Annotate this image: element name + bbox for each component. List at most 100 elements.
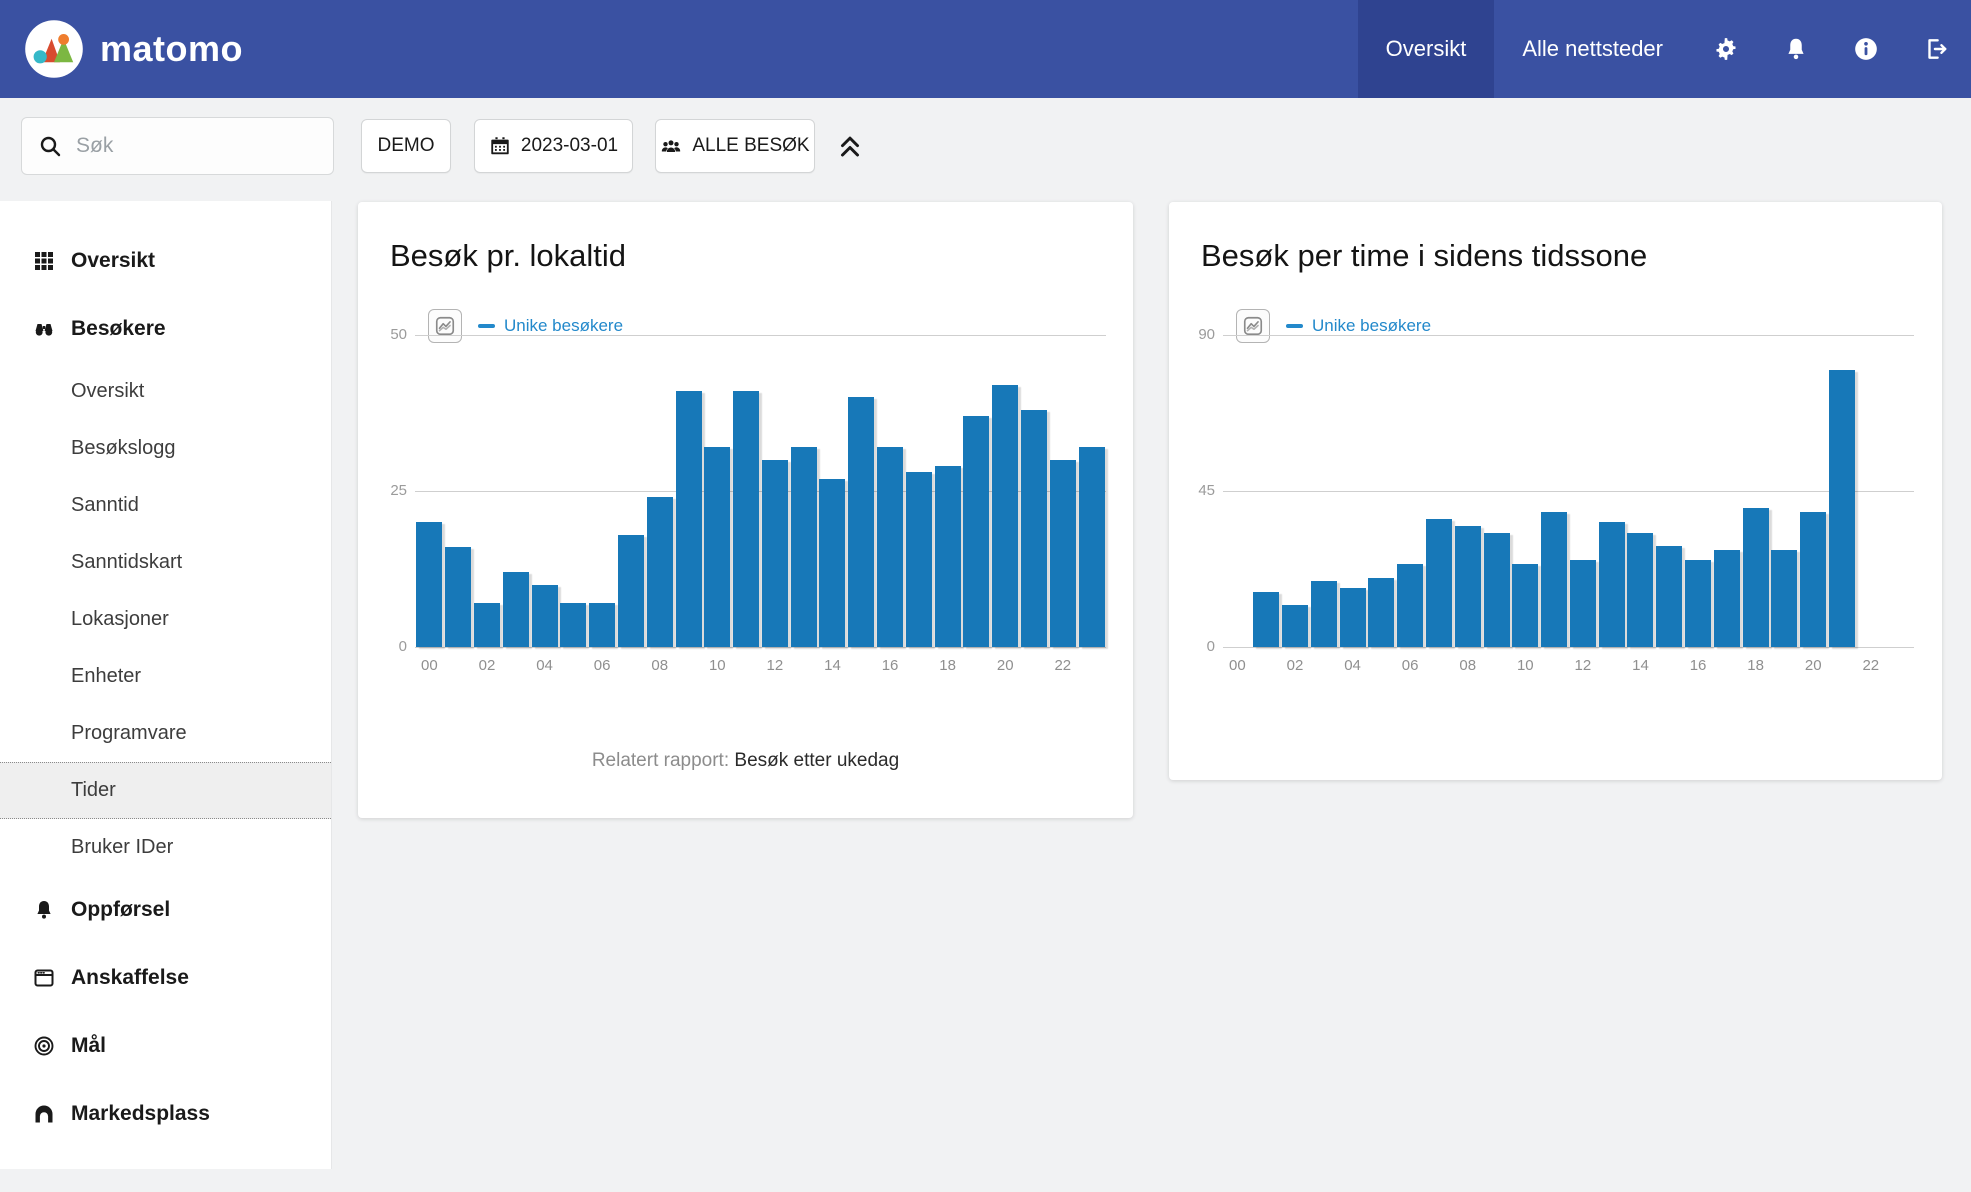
bar-08[interactable]	[1455, 526, 1481, 647]
bar-18[interactable]	[1743, 508, 1769, 647]
x-axis-tick: 18	[1741, 657, 1770, 674]
bar-11[interactable]	[733, 391, 759, 647]
bar-14[interactable]	[819, 479, 845, 647]
sidebar-item-besøkslogg[interactable]: Besøkslogg	[0, 420, 331, 477]
settings-icon[interactable]	[1691, 0, 1761, 98]
bar-09[interactable]	[1484, 533, 1510, 647]
sidebar-item-label: Enheter	[71, 665, 141, 688]
sidebar-item-markedsplass[interactable]: Markedsplass	[0, 1080, 331, 1148]
bar-05[interactable]	[1368, 578, 1394, 647]
sidebar-item-sanntidskart[interactable]: Sanntidskart	[0, 534, 331, 591]
nav-item-oversikt[interactable]: Oversikt	[1358, 0, 1495, 98]
brand-name: matomo	[100, 28, 243, 70]
bar-07[interactable]	[618, 535, 644, 647]
sidebar-item-sanntid[interactable]: Sanntid	[0, 477, 331, 534]
bar-10[interactable]	[704, 447, 730, 647]
sidebar-item-enheter[interactable]: Enheter	[0, 648, 331, 705]
matomo-brand[interactable]: matomo	[24, 19, 243, 79]
bar-09[interactable]	[676, 391, 702, 647]
y-axis-tick: 25	[371, 482, 407, 499]
sidebar-item-anskaffelse[interactable]: Anskaffelse	[0, 944, 331, 1012]
bar-01[interactable]	[1253, 592, 1279, 647]
info-icon[interactable]	[1831, 0, 1901, 98]
bar-15[interactable]	[848, 397, 874, 647]
bar-06[interactable]	[589, 603, 615, 647]
x-axis-tick: 16	[876, 657, 905, 674]
date-range-button[interactable]: 2023-03-01	[474, 119, 633, 173]
search-box[interactable]	[21, 117, 334, 175]
bar-03[interactable]	[503, 572, 529, 647]
bar-03[interactable]	[1311, 581, 1337, 647]
bar-16[interactable]	[1685, 560, 1711, 647]
sidebar-item-oversikt[interactable]: Oversikt	[0, 363, 331, 420]
binoculars-icon	[31, 316, 57, 342]
bar-13[interactable]	[791, 447, 817, 647]
sidebar-item-lokasjoner[interactable]: Lokasjoner	[0, 591, 331, 648]
sidebar-item-label: Oversikt	[71, 249, 155, 273]
bar-12[interactable]	[762, 460, 788, 647]
bell-icon	[31, 897, 57, 923]
x-axis-tick: 20	[991, 657, 1020, 674]
sidebar-item-oppførsel[interactable]: Oppførsel	[0, 876, 331, 944]
bar-00[interactable]	[416, 522, 442, 647]
sidebar-item-mål[interactable]: Mål	[0, 1012, 331, 1080]
date-range-label: 2023-03-01	[521, 135, 618, 157]
search-input[interactable]	[74, 133, 308, 159]
sidebar-item-programvare[interactable]: Programvare	[0, 705, 331, 762]
bar-15[interactable]	[1656, 546, 1682, 647]
control-bar: DEMO 2023-03-01 ALLE BESØK	[0, 98, 1971, 201]
bar-19[interactable]	[963, 416, 989, 647]
bar-02[interactable]	[474, 603, 500, 647]
signout-icon[interactable]	[1901, 0, 1971, 98]
bar-20[interactable]	[1800, 512, 1826, 647]
bar-05[interactable]	[560, 603, 586, 647]
widget-title: Besøk per time i sidens tidssone	[1201, 238, 1647, 274]
bar-04[interactable]	[1340, 588, 1366, 647]
bar-22[interactable]	[1050, 460, 1076, 647]
bar-16[interactable]	[877, 447, 903, 647]
x-axis-tick: 22	[1048, 657, 1077, 674]
sidebar-item-label: Besøkere	[71, 317, 166, 341]
sidebar-item-bruker-ider[interactable]: Bruker IDer	[0, 819, 331, 876]
sidebar-item-besøkere[interactable]: Besøkere	[0, 295, 331, 363]
bar-14[interactable]	[1627, 533, 1653, 647]
gridline-y90	[1223, 335, 1914, 336]
bar-20[interactable]	[992, 385, 1018, 647]
bar-13[interactable]	[1599, 522, 1625, 647]
nav-item-alle-nettsteder[interactable]: Alle nettsteder	[1494, 0, 1691, 98]
bar-02[interactable]	[1282, 605, 1308, 647]
sidebar-item-tider[interactable]: Tider	[0, 762, 331, 819]
bar-01[interactable]	[445, 547, 471, 647]
bar-04[interactable]	[532, 585, 558, 647]
collapse-controls-icon[interactable]	[833, 128, 867, 162]
sidebar-item-label: Markedsplass	[71, 1102, 210, 1126]
bar-11[interactable]	[1541, 512, 1567, 647]
sidebar-item-oversikt[interactable]: Oversikt	[0, 227, 331, 295]
bar-21[interactable]	[1021, 410, 1047, 647]
bar-21[interactable]	[1829, 370, 1855, 647]
y-axis-tick: 0	[1179, 638, 1215, 655]
calendar-icon	[489, 135, 511, 157]
bar-06[interactable]	[1397, 564, 1423, 647]
x-axis-tick: 18	[933, 657, 962, 674]
bar-10[interactable]	[1512, 564, 1538, 647]
site-selector-button[interactable]: DEMO	[361, 119, 451, 173]
x-axis-tick: 14	[1626, 657, 1655, 674]
bar-17[interactable]	[1714, 550, 1740, 647]
legend-label: Unike besøkere	[1312, 316, 1431, 336]
x-axis-tick: 08	[645, 657, 674, 674]
bar-23[interactable]	[1079, 447, 1105, 647]
bar-12[interactable]	[1570, 560, 1596, 647]
bar-08[interactable]	[647, 497, 673, 647]
related-report-link[interactable]: Besøk etter ukedag	[734, 750, 899, 771]
bar-07[interactable]	[1426, 519, 1452, 647]
bar-18[interactable]	[935, 466, 961, 647]
notifications-icon[interactable]	[1761, 0, 1831, 98]
legend-entry-unike-besokere[interactable]: Unike besøkere	[1286, 316, 1431, 336]
legend-entry-unike-besokere[interactable]: Unike besøkere	[478, 316, 623, 336]
bar-17[interactable]	[906, 472, 932, 647]
sidebar-item-label: Bruker IDer	[71, 836, 173, 859]
segment-selector-button[interactable]: ALLE BESØK	[655, 119, 815, 173]
search-icon	[38, 134, 62, 158]
bar-19[interactable]	[1771, 550, 1797, 647]
